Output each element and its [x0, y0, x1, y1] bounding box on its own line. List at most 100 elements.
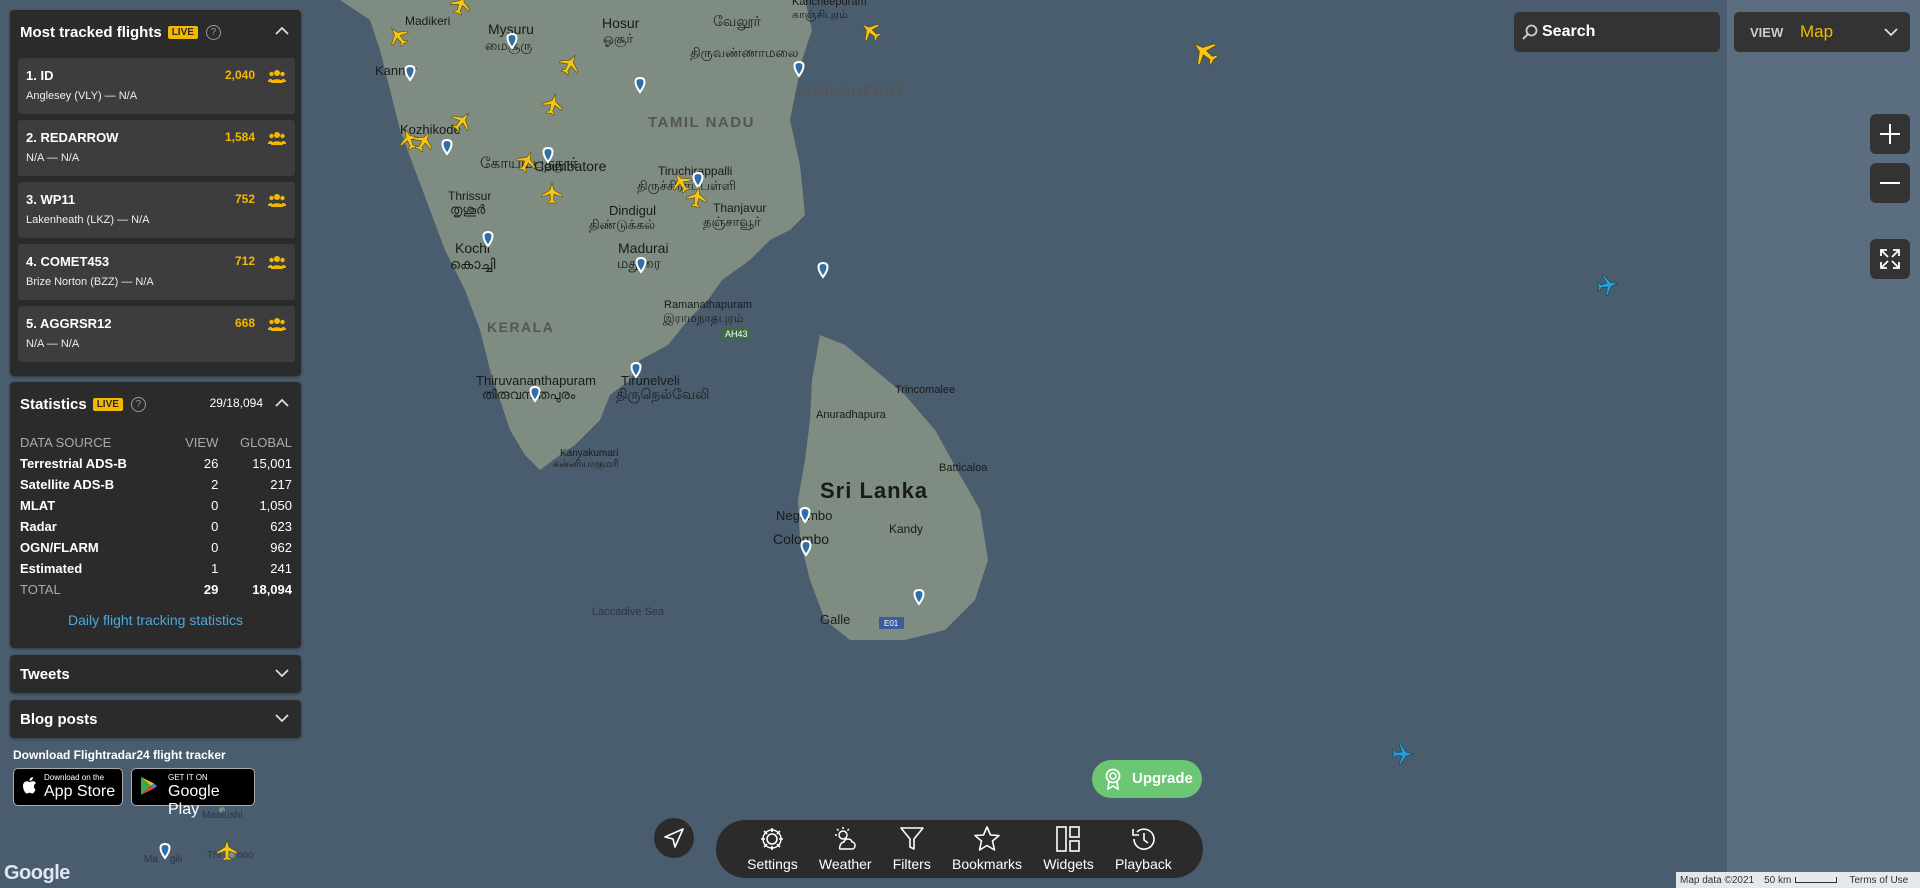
chevron-down-icon[interactable]: [275, 711, 289, 725]
history-icon: [1132, 828, 1156, 850]
label-dindigul: Dindigul: [609, 203, 656, 218]
search-label: Search: [1542, 23, 1596, 40]
chevron-down-icon: [1884, 28, 1898, 37]
total-view: 29: [203, 582, 219, 597]
daily-stats-link[interactable]: Daily flight tracking statistics: [10, 612, 301, 628]
app-store-small: Download on the: [44, 773, 105, 782]
search-icon: [1522, 24, 1538, 40]
most-tracked-title: Most tracked flights: [20, 23, 162, 41]
playback-button[interactable]: Playback: [1115, 825, 1172, 878]
table-row: Terrestrial ADS-B 26 15,001: [20, 453, 292, 474]
label-thanjavur: Thanjavur: [713, 201, 766, 215]
label-sri-lanka: Sri Lanka: [820, 478, 928, 503]
label-kandy: Kandy: [889, 522, 923, 536]
flight-item[interactable]: 3. WP11 Lakenheath (LKZ) — N/A 752: [18, 182, 295, 238]
label-vellore: வேலூர்: [713, 13, 761, 30]
widgets-button[interactable]: Widgets: [1043, 825, 1094, 878]
google-play-button[interactable]: GET IT ON Google Play: [131, 768, 255, 818]
statistics-title: Statistics: [20, 395, 87, 413]
tweets-header[interactable]: Tweets: [10, 655, 301, 693]
bottom-toolbar: Settings Weather Filters Bookmarks Widge…: [716, 820, 1203, 878]
playback-label: Playback: [1114, 856, 1172, 872]
filters-label: Filters: [892, 856, 931, 872]
flight-item[interactable]: 1. ID Anglesey (VLY) — N/A 2,040: [18, 58, 295, 114]
label-tiruvannamalai: திருவண்ணாமலை: [690, 45, 799, 61]
upgrade-label: Upgrade: [1132, 770, 1193, 787]
view-value: Map: [1800, 22, 1834, 41]
blog-header[interactable]: Blog posts: [10, 700, 301, 738]
label-ramanathapuram: Ramanathapuram: [664, 299, 752, 311]
chevron-up-icon[interactable]: [275, 24, 289, 38]
download-title: Download Flightradar24 flight tracker: [13, 748, 226, 762]
tracker-count: 668: [234, 316, 255, 330]
terms-link[interactable]: Terms of Use: [1849, 875, 1908, 886]
map-attribution-bar: Map data ©2021 50 km Terms of Use: [1676, 872, 1920, 888]
upgrade-button[interactable]: Upgrade: [1092, 760, 1202, 798]
label-galle: Galle: [820, 612, 850, 627]
label-e01: E01: [884, 619, 899, 628]
table-row: MLAT 0 1,050: [20, 495, 292, 516]
app-store-button[interactable]: Download on the App Store: [13, 768, 123, 806]
statistics-summary: 29/18,094: [209, 396, 263, 410]
scale-text: 50 km: [1764, 874, 1792, 886]
people-icon: [268, 70, 286, 83]
fullscreen-button[interactable]: [1870, 239, 1910, 279]
filters-button[interactable]: Filters: [893, 825, 931, 878]
weather-button[interactable]: Weather: [819, 825, 872, 878]
label-thrissur: Thrissur: [448, 189, 491, 203]
column-header: GLOBAL: [239, 435, 292, 450]
chevron-up-icon[interactable]: [275, 396, 289, 410]
flight-item[interactable]: 4. COMET453 Brize Norton (BZZ) — N/A 712: [18, 244, 295, 300]
source-cell: OGN/FLARM: [20, 540, 99, 555]
blog-panel[interactable]: Blog posts: [10, 700, 301, 738]
tracker-count: 752: [234, 192, 255, 206]
label-thiruvananthapuram: Thiruvananthapuram: [476, 373, 596, 388]
global-cell: 241: [270, 561, 292, 576]
label-madikeri: Madikeri: [405, 14, 450, 28]
tracker-count: 712: [234, 254, 255, 268]
table-row: Radar 0 623: [20, 516, 292, 537]
live-badge: LIVE: [167, 25, 198, 39]
zoom-in-button[interactable]: [1870, 114, 1910, 154]
tracker-count: 1,584: [224, 130, 255, 144]
label-ramanathapuram-ta: இராமநாதபுரம்: [663, 311, 743, 326]
label-madurai: Madurai: [618, 240, 669, 256]
google-logo: Google: [4, 862, 70, 884]
flight-route: Lakenheath (LKZ) — N/A: [26, 214, 150, 226]
label-kancheepuram-ta: காஞ்சிபுரம்: [792, 9, 848, 21]
app-store-big: App Store: [44, 783, 116, 800]
map-data-text: Map data ©2021: [1680, 874, 1755, 886]
label-ma: Ma: [144, 854, 158, 865]
flight-item[interactable]: 2. REDARROW N/A — N/A 1,584: [18, 120, 295, 176]
label-hosur-ta: ஓசூர்: [603, 31, 633, 47]
label-tirunelveli-ta: திருநெல்வேலி: [616, 386, 710, 403]
chevron-down-icon[interactable]: [275, 666, 289, 680]
filter-icon: [899, 827, 924, 850]
question-circle-icon[interactable]: ?: [130, 396, 146, 412]
most-tracked-panel: Most tracked flights LIVE ? 1. ID Angles…: [10, 10, 301, 376]
statistics-header[interactable]: Statistics LIVE ? 29/18,094: [10, 382, 301, 426]
view-cell: 0: [211, 498, 219, 513]
tweets-panel[interactable]: Tweets: [10, 655, 301, 693]
settings-button[interactable]: Settings: [747, 825, 798, 878]
zoom-out-button[interactable]: [1870, 163, 1910, 203]
global-cell: 15,001: [252, 456, 292, 471]
table-row: Satellite ADS-B 2 217: [20, 474, 292, 495]
search-box[interactable]: Search: [1514, 12, 1720, 52]
column-header: DATA SOURCE: [20, 435, 112, 450]
most-tracked-header[interactable]: Most tracked flights LIVE ?: [10, 10, 301, 54]
view-selector[interactable]: VIEW Map: [1734, 12, 1910, 52]
label-trincomalee: Trincomalee: [895, 384, 955, 396]
label-ah43: AH43: [725, 329, 748, 339]
flight-item[interactable]: 5. AGGRSR12 N/A — N/A 668: [18, 306, 295, 362]
flight-name: 1. ID: [26, 68, 54, 83]
bookmarks-label: Bookmarks: [952, 856, 1023, 872]
bookmarks-button[interactable]: Bookmarks: [952, 825, 1022, 878]
my-location-button[interactable]: [654, 818, 694, 858]
source-cell: MLAT: [20, 498, 56, 513]
source-cell: Radar: [20, 519, 57, 534]
navigation-arrow-icon: [664, 828, 684, 848]
flight-route: Anglesey (VLY) — N/A: [26, 90, 138, 102]
live-badge: LIVE: [92, 397, 123, 411]
question-circle-icon[interactable]: ?: [205, 24, 221, 40]
